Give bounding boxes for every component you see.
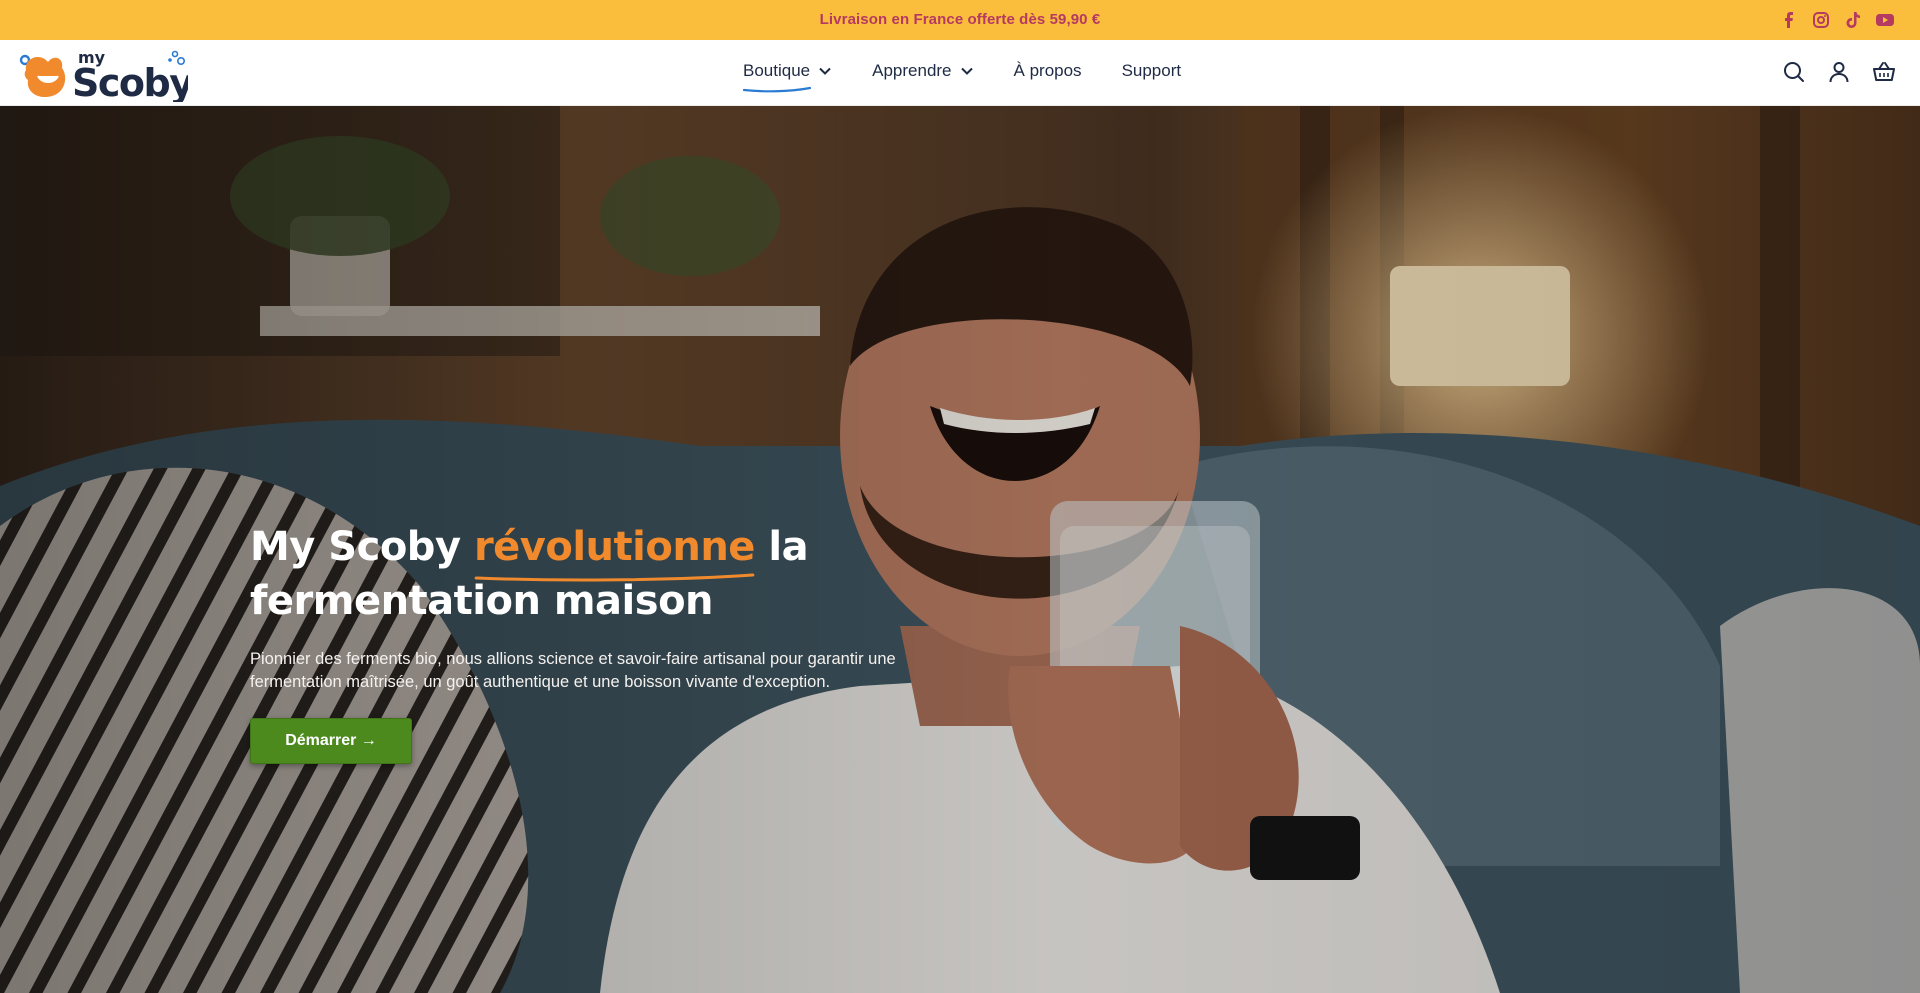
nav-item-support[interactable]: Support <box>1122 61 1182 81</box>
start-button[interactable]: Démarrer → <box>250 718 412 764</box>
tiktok-icon[interactable] <box>1844 11 1862 29</box>
nav-item-apprendre[interactable]: Apprendre <box>872 61 973 81</box>
hero-title-start: My Scoby <box>250 524 474 570</box>
nav-label-boutique: Boutique <box>743 61 811 80</box>
site-header: my Scoby Boutique Apprendre À propos Sup… <box>0 40 1920 106</box>
chevron-down-icon <box>819 67 831 75</box>
announcement-text: Livraison en France offerte dès 59,90 € <box>819 11 1101 28</box>
instagram-icon[interactable] <box>1812 11 1830 29</box>
announcement-bar: Livraison en France offerte dès 59,90 € <box>0 0 1920 40</box>
highlight-underline <box>474 573 755 582</box>
nav-label-support: Support <box>1121 61 1182 80</box>
main-nav: Boutique Apprendre À propos Support <box>743 61 1221 93</box>
hero-section: My Scoby révolutionne la fermentation ma… <box>0 106 1920 993</box>
nav-item-a-propos[interactable]: À propos <box>1014 61 1082 81</box>
brand-logo[interactable]: my Scoby <box>18 46 196 105</box>
svg-text:Scoby: Scoby <box>72 61 188 102</box>
hero-title: My Scoby révolutionne la fermentation ma… <box>250 520 1010 628</box>
chevron-down-icon <box>960 67 973 75</box>
facebook-icon[interactable] <box>1780 11 1798 29</box>
active-underline <box>743 86 811 93</box>
social-links <box>1780 11 1894 29</box>
nav-label-apprendre: Apprendre <box>872 61 952 80</box>
nav-item-boutique[interactable]: Boutique <box>743 61 832 93</box>
nav-label-a-propos: À propos <box>1013 61 1082 80</box>
header-actions <box>1782 60 1896 84</box>
hero-content: My Scoby révolutionne la fermentation ma… <box>250 520 1010 764</box>
youtube-icon[interactable] <box>1876 11 1894 29</box>
hero-title-highlight: révolutionne <box>474 520 755 582</box>
account-icon[interactable] <box>1827 60 1851 84</box>
search-icon[interactable] <box>1782 60 1806 84</box>
basket-icon[interactable] <box>1872 60 1896 84</box>
hero-subtitle: Pionnier des ferments bio, nous allions … <box>250 650 896 691</box>
